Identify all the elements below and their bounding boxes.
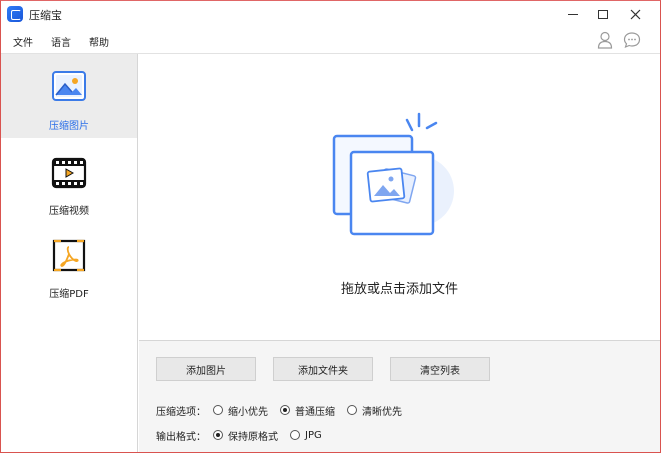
radio-keep-format-label: 保持原格式 (228, 431, 278, 443)
image-icon (52, 71, 86, 101)
video-icon (51, 157, 87, 189)
title-bar: 压缩宝 (1, 1, 660, 27)
sidebar: 压缩图片 压缩视频 压缩PDF (1, 54, 138, 452)
close-icon (630, 9, 640, 19)
minimize-icon (568, 13, 578, 15)
feedback-chat-icon[interactable] (623, 31, 641, 49)
radio-size-priority[interactable]: 缩小优先 (213, 403, 268, 418)
maximize-icon (598, 9, 608, 19)
compression-options-row: 压缩选项： 缩小优先 普通压缩 清晰优先 (156, 403, 414, 418)
menu-help[interactable]: 帮助 (89, 34, 109, 49)
options-panel: 添加图片 添加文件夹 清空列表 压缩选项： 缩小优先 普通压缩 清晰优先 输出格… (139, 340, 660, 452)
app-title: 压缩宝 (29, 9, 62, 22)
app-window: 压缩宝 文件 语言 帮助 压缩图片 压缩视频 压缩PDF 拖放或点击添加文件 添… (0, 0, 661, 453)
drop-zone-instruction: 拖放或点击添加文件 (340, 282, 458, 297)
sidebar-label-compress-pdf: 压缩PDF (49, 289, 89, 300)
radio-clarity-priority[interactable]: 清晰优先 (347, 403, 402, 418)
add-folder-button[interactable]: 添加文件夹 (273, 357, 373, 381)
menu-language[interactable]: 语言 (51, 34, 71, 49)
clear-list-button[interactable]: 清空列表 (390, 357, 490, 381)
app-logo-icon (7, 6, 23, 22)
maximize-button[interactable] (587, 1, 619, 27)
sidebar-item-compress-image[interactable]: 压缩图片 (1, 54, 137, 138)
output-format-row: 输出格式： 保持原格式 JPG (156, 428, 334, 443)
radio-normal-compression[interactable]: 普通压缩 (280, 403, 335, 418)
sidebar-item-compress-video[interactable]: 压缩视频 (1, 138, 137, 222)
radio-jpg-circle (290, 430, 300, 440)
pdf-icon (52, 239, 86, 272)
output-format-label: 输出格式： (156, 431, 206, 443)
radio-jpg[interactable]: JPG (290, 430, 322, 441)
add-files-illustration-icon (332, 112, 454, 236)
radio-size-priority-label: 缩小优先 (228, 406, 268, 418)
file-drop-zone[interactable]: 拖放或点击添加文件 (139, 54, 660, 340)
sidebar-label-compress-image: 压缩图片 (49, 121, 89, 132)
radio-size-priority-circle (213, 405, 223, 415)
radio-normal-compression-label: 普通压缩 (295, 406, 335, 418)
menu-file[interactable]: 文件 (13, 34, 33, 49)
compression-options-label: 压缩选项： (156, 406, 206, 418)
minimize-button[interactable] (557, 1, 589, 27)
radio-clarity-priority-circle (347, 405, 357, 415)
radio-clarity-priority-label: 清晰优先 (362, 406, 402, 418)
close-button[interactable] (619, 1, 651, 27)
radio-keep-format[interactable]: 保持原格式 (213, 428, 278, 443)
radio-normal-compression-circle (280, 405, 290, 415)
sidebar-item-compress-pdf[interactable]: 压缩PDF (1, 222, 137, 306)
radio-jpg-label: JPG (305, 429, 322, 441)
user-icon[interactable] (597, 31, 613, 49)
radio-keep-format-circle (213, 430, 223, 440)
menu-bar: 文件 语言 帮助 (1, 27, 660, 53)
sidebar-label-compress-video: 压缩视频 (49, 206, 89, 217)
add-images-button[interactable]: 添加图片 (156, 357, 256, 381)
